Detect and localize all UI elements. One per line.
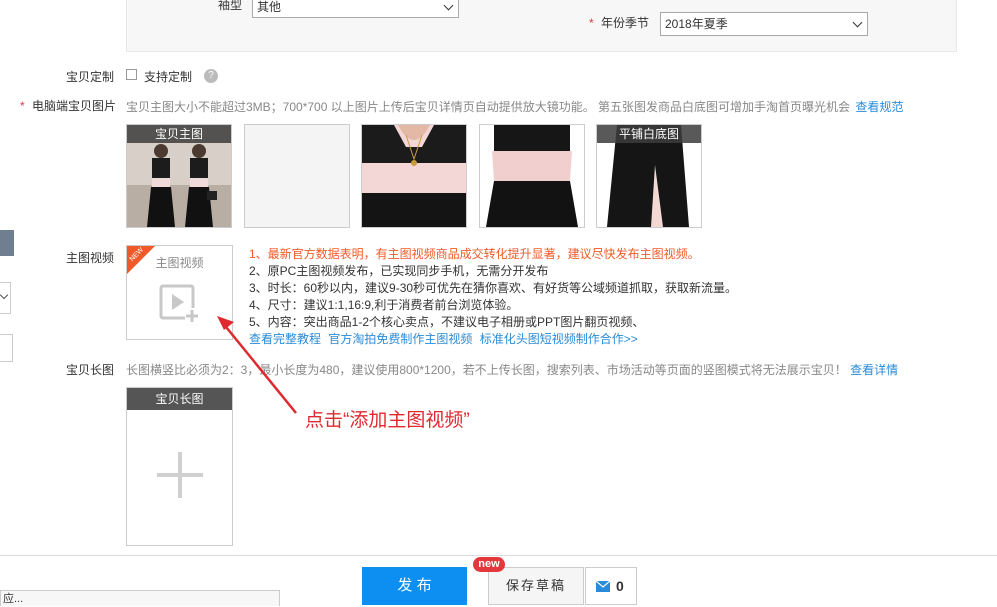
- main-image-thumb-2-empty[interactable]: [244, 124, 350, 228]
- year-season-field-label: * 年份季节: [589, 14, 649, 31]
- message-count: 0: [616, 578, 624, 594]
- main-image-thumb-4[interactable]: [479, 124, 585, 228]
- chevron-down-icon: [852, 17, 863, 28]
- main-video-tip-3: 3、时长：60秒以内，建议9-30秒可优先在猜你喜欢、有好货等公域频道抓取，获取…: [249, 281, 738, 295]
- add-long-image-box[interactable]: 宝贝长图: [126, 387, 233, 546]
- long-image-box-title: 宝贝长图: [127, 388, 232, 410]
- full-tutorial-link[interactable]: 查看完整教程: [249, 332, 321, 346]
- new-badge: new: [473, 557, 505, 572]
- left-edge-input[interactable]: [0, 334, 13, 362]
- sleeve-value: 其他: [257, 0, 282, 14]
- official-video-link[interactable]: 官方淘拍免费制作主图视频: [328, 332, 472, 346]
- sleeve-label: 袖型: [218, 0, 243, 12]
- custom-checkbox-label: 支持定制: [144, 70, 193, 84]
- year-season-value: 2018年夏季: [665, 17, 728, 31]
- long-image-label: 宝贝长图: [66, 363, 115, 377]
- left-edge-dropdown[interactable]: [0, 282, 11, 314]
- annotation-text: 点击“添加主图视频”: [305, 410, 470, 431]
- main-video-tip-5: 5、内容：突出商品1-2个核心卖点，不建议电子相册或PPT图片翻页视频、: [249, 315, 645, 329]
- main-image-thumb-3[interactable]: [361, 124, 467, 228]
- add-main-video-title: 主图视频: [155, 256, 204, 270]
- left-edge-block: [0, 230, 14, 256]
- waist-detail-photo: [480, 125, 584, 227]
- pc-images-label: 电脑端宝贝图片: [32, 99, 117, 113]
- sleeve-select[interactable]: 其他: [252, 0, 459, 18]
- long-image-hint-text: 长图横竖比必须为2：3，最小长度为480，建议使用800*1200，若不上传长图…: [126, 363, 847, 377]
- chevron-down-icon: [443, 0, 454, 11]
- required-mark: *: [20, 99, 25, 113]
- main-image-thumb-1[interactable]: 宝贝主图: [126, 124, 232, 228]
- long-image-hint: 长图横竖比必须为2：3，最小长度为480，建议使用800*1200，若不上传长图…: [126, 361, 898, 378]
- custom-label: 宝贝定制: [66, 70, 115, 84]
- thumb-label: 宝贝主图: [127, 125, 231, 143]
- bottom-left-panel: 应...: [0, 590, 280, 606]
- necklace-detail-photo: [362, 125, 466, 227]
- pc-images-hint-link[interactable]: 查看规范: [855, 100, 903, 114]
- chevron-down-icon: [0, 290, 9, 300]
- main-video-links: 查看完整教程 官方淘拍免费制作主图视频 标准化头图短视频制作合作>>: [249, 331, 737, 348]
- message-button[interactable]: 0: [585, 567, 637, 605]
- envelope-icon: [596, 581, 610, 592]
- help-icon[interactable]: ?: [204, 69, 218, 83]
- publish-button[interactable]: 发 布: [362, 567, 467, 605]
- save-draft-button[interactable]: 保存草稿: [488, 567, 584, 605]
- main-video-label: 主图视频: [66, 251, 115, 265]
- custom-checkbox[interactable]: [126, 69, 137, 80]
- cooperation-link[interactable]: 标准化头图短视频制作合作>>: [480, 332, 638, 346]
- required-mark: *: [589, 16, 594, 30]
- main-video-tip-4: 4、尺寸：建议1:1,16:9,利于消费者前台浏览体验。: [249, 298, 519, 312]
- video-add-icon: [159, 284, 199, 322]
- thumb-label: 平铺白底图: [597, 125, 701, 143]
- pc-images-hint: 宝贝主图大小不能超过3MB；700*700 以上图片上传后宝贝详情页自动提供放大…: [126, 98, 903, 115]
- add-main-video-box[interactable]: NEW 主图视频: [126, 245, 233, 340]
- main-video-tips: 1、最新官方数据表明，有主图视频商品成交转化提升显著，建议尽快发布主图视频。 2…: [249, 246, 737, 348]
- plus-icon: [157, 452, 203, 498]
- year-season-select[interactable]: 2018年夏季: [660, 12, 868, 36]
- year-season-label: 年份季节: [601, 16, 650, 30]
- pc-images-field-label: * 电脑端宝贝图片: [20, 97, 116, 114]
- main-image-thumb-5[interactable]: 平铺白底图: [596, 124, 702, 228]
- pc-images-hint-text: 宝贝主图大小不能超过3MB；700*700 以上图片上传后宝贝详情页自动提供放大…: [126, 100, 851, 114]
- main-video-tip-2: 2、原PC主图视频发布，已实现同步手机，无需分开发布: [249, 264, 549, 278]
- main-video-tip-1: 1、最新官方数据表明，有主图视频商品成交转化提升显著，建议尽快发布主图视频。: [249, 247, 700, 261]
- long-image-hint-link[interactable]: 查看详情: [850, 363, 898, 377]
